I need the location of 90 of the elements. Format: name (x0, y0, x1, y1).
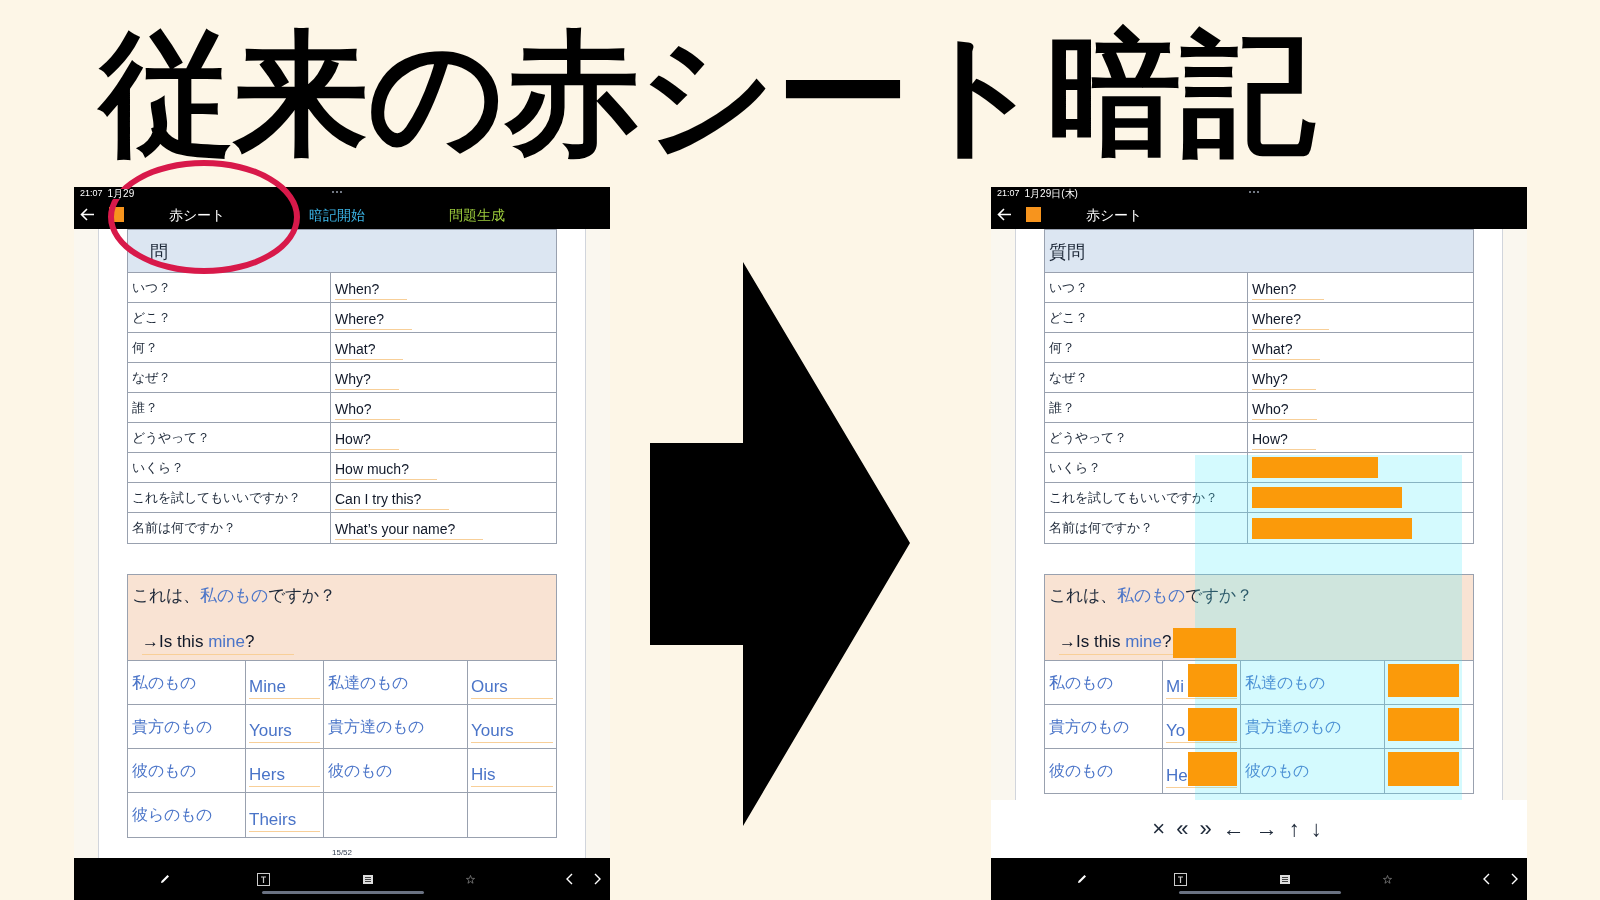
table-cell: 彼のもの (1241, 749, 1385, 793)
answer-text: Can I try this? (335, 485, 450, 510)
text-tool-icon[interactable] (257, 872, 270, 886)
mode-tab[interactable]: 暗記開始 (309, 207, 365, 222)
answer-text: Yours (471, 720, 553, 743)
answer-text: Where? (1252, 305, 1330, 330)
table-cell: なぜ？ (1045, 363, 1248, 392)
question-sentence: これは、私のものですか？ (1048, 584, 1254, 607)
answer-text: Where? (335, 305, 413, 330)
table-cell: 貴方達のもの (324, 705, 468, 748)
status-date: 1月29 (107, 188, 135, 199)
control-button[interactable]: ← (1222, 818, 1245, 840)
star-icon[interactable] (466, 874, 475, 884)
list-icon[interactable] (363, 874, 373, 884)
list-icon[interactable] (1280, 874, 1290, 884)
answer-text: Yours (249, 720, 320, 743)
status-time: 21:07 (997, 189, 1020, 198)
table-cell: 名前は何ですか？ (128, 513, 331, 543)
control-button[interactable]: « (1176, 818, 1189, 840)
screen-title: 赤シート (169, 207, 225, 222)
answer-text: Mine (249, 676, 320, 699)
control-button[interactable]: ↓ (1310, 818, 1322, 840)
table-cell: 誰？ (1045, 393, 1248, 422)
table-cell: 何？ (128, 333, 331, 362)
control-button[interactable]: × (1152, 818, 1166, 840)
status-time: 21:07 (80, 189, 103, 198)
star-icon[interactable] (1383, 874, 1392, 884)
answer-text: Theirs (249, 809, 320, 832)
table-header: 問 (149, 239, 168, 264)
table-cell: なぜ？ (128, 363, 331, 392)
answer-text: Who? (1252, 395, 1317, 420)
table-cell: 彼のもの (128, 749, 246, 792)
answer-text: Why? (335, 365, 399, 390)
table-cell: 彼らのもの (128, 793, 246, 837)
answer-text: Who? (335, 395, 400, 420)
chevron-right-icon[interactable] (594, 873, 602, 885)
chevron-right-icon[interactable] (1511, 873, 1519, 885)
control-button[interactable]: » (1199, 818, 1212, 840)
table-cell: どうやって？ (128, 423, 331, 452)
back-icon[interactable] (997, 208, 1012, 221)
table-cell: 私のもの (128, 661, 246, 704)
table-header: 質問 (1049, 239, 1085, 264)
table-cell: 何？ (1045, 333, 1248, 362)
page-number: 15/52 (332, 849, 352, 858)
table-cell: 貴方のもの (1045, 705, 1163, 748)
screen-title: 赤シート (1086, 207, 1142, 222)
pencil-icon[interactable] (1076, 873, 1088, 885)
table-cell: いくら？ (1045, 453, 1248, 482)
back-icon[interactable] (80, 208, 95, 221)
answer-text: How? (1252, 425, 1316, 450)
answer-text: Ours (471, 676, 553, 699)
table-cell: これを試してもいいですか？ (1045, 483, 1248, 512)
table-cell: いくら？ (128, 453, 331, 482)
answer-text: How much? (335, 455, 437, 480)
table-cell: 貴方達のもの (1241, 705, 1385, 748)
table-cell: 私達のもの (1241, 661, 1385, 704)
table-cell: 貴方のもの (128, 705, 246, 748)
status-date: 1月29日(木) (1024, 188, 1078, 199)
color-swatch[interactable] (1026, 207, 1041, 222)
chevron-left-icon[interactable] (565, 873, 573, 885)
answer-text: When? (335, 275, 408, 300)
answer-text: His (471, 764, 553, 787)
control-button[interactable]: → (1255, 818, 1278, 840)
mode-tab[interactable]: 問題生成 (449, 207, 505, 222)
table-cell: いつ？ (1045, 273, 1248, 302)
table-cell: どうやって？ (1045, 423, 1248, 452)
answer-text: What? (1252, 335, 1321, 360)
table-cell: 彼のもの (1045, 749, 1163, 793)
table-cell: 私のもの (1045, 661, 1163, 704)
answer-text: What? (335, 335, 404, 360)
table-cell: 誰？ (128, 393, 331, 422)
chevron-left-icon[interactable] (1482, 873, 1490, 885)
answer-text: How? (335, 425, 399, 450)
table-cell: 名前は何ですか？ (1045, 513, 1248, 543)
question-sentence: これは、私のものですか？ (131, 584, 337, 607)
pencil-icon[interactable] (159, 873, 171, 885)
table-cell: いつ？ (128, 273, 331, 302)
table-cell: 私達のもの (324, 661, 468, 704)
table-cell: 彼のもの (324, 749, 468, 792)
answer-text: When? (1252, 275, 1325, 300)
table-cell: どこ？ (1045, 303, 1248, 332)
table-cell: これを試してもいいですか？ (128, 483, 331, 512)
text-tool-icon[interactable] (1174, 872, 1187, 886)
answer-text: Why? (1252, 365, 1316, 390)
control-button[interactable]: ↑ (1288, 818, 1300, 840)
right-arrow-icon (650, 262, 910, 826)
answer-sentence: →Is this mine? (142, 630, 295, 655)
answer-text: Hers (249, 764, 320, 787)
table-cell: どこ？ (128, 303, 331, 332)
answer-text: What’s your name? (335, 516, 484, 540)
